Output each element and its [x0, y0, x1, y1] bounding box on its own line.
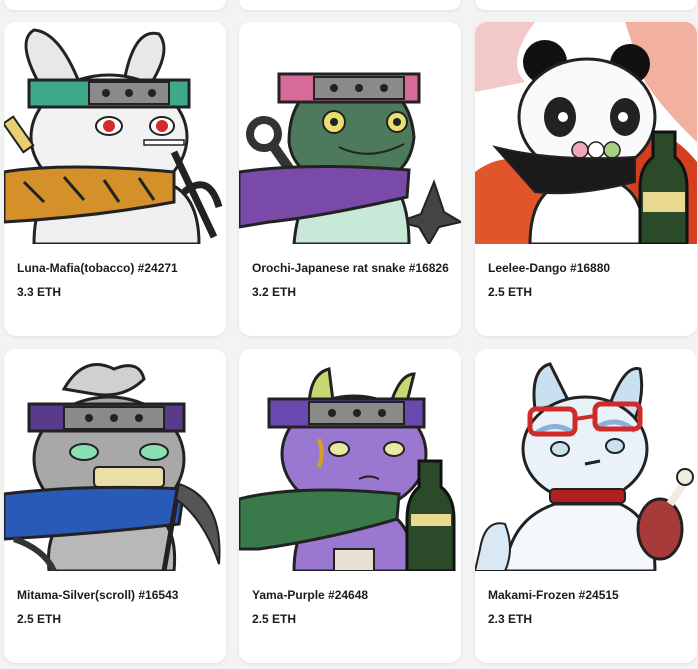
- previous-row-card-stub: [239, 0, 461, 10]
- nft-name: Orochi-Japanese rat snake #16826: [252, 261, 449, 275]
- nft-name: Mitama-Silver(scroll) #16543: [17, 588, 179, 602]
- previous-row-card-stub: [4, 0, 226, 10]
- nft-price: 2.5 ETH: [252, 612, 297, 626]
- wolf-ninja-art: [475, 349, 697, 571]
- nft-name: Makami-Frozen #24515: [488, 588, 619, 602]
- nft-price: 3.2 ETH: [252, 285, 297, 299]
- snake-ninja-art: [239, 22, 461, 244]
- rabbit-ninja-art: [4, 22, 226, 244]
- nft-price: 2.5 ETH: [17, 612, 62, 626]
- nft-name: Leelee-Dango #16880: [488, 261, 611, 275]
- nft-card[interactable]: Orochi-Japanese rat snake #16826 3.2 ETH: [239, 22, 461, 336]
- nft-card[interactable]: Makami-Frozen #24515 2.3 ETH: [475, 349, 697, 663]
- nft-price: 3.3 ETH: [17, 285, 62, 299]
- oni-ninja-art: [239, 349, 461, 571]
- nft-price: 2.5 ETH: [488, 285, 533, 299]
- nft-price: 2.3 ETH: [488, 612, 533, 626]
- nft-name: Luna-Mafia(tobacco) #24271: [17, 261, 178, 275]
- nft-card[interactable]: Mitama-Silver(scroll) #16543 2.5 ETH: [4, 349, 226, 663]
- previous-row-card-stub: [475, 0, 697, 10]
- panda-ninja-art: [475, 22, 697, 244]
- nft-card[interactable]: Leelee-Dango #16880 2.5 ETH: [475, 22, 697, 336]
- nft-name: Yama-Purple #24648: [252, 588, 369, 602]
- nft-card[interactable]: Luna-Mafia(tobacco) #24271 3.3 ETH: [4, 22, 226, 336]
- ghost-ninja-art: [4, 349, 226, 571]
- nft-card[interactable]: Yama-Purple #24648 2.5 ETH: [239, 349, 461, 663]
